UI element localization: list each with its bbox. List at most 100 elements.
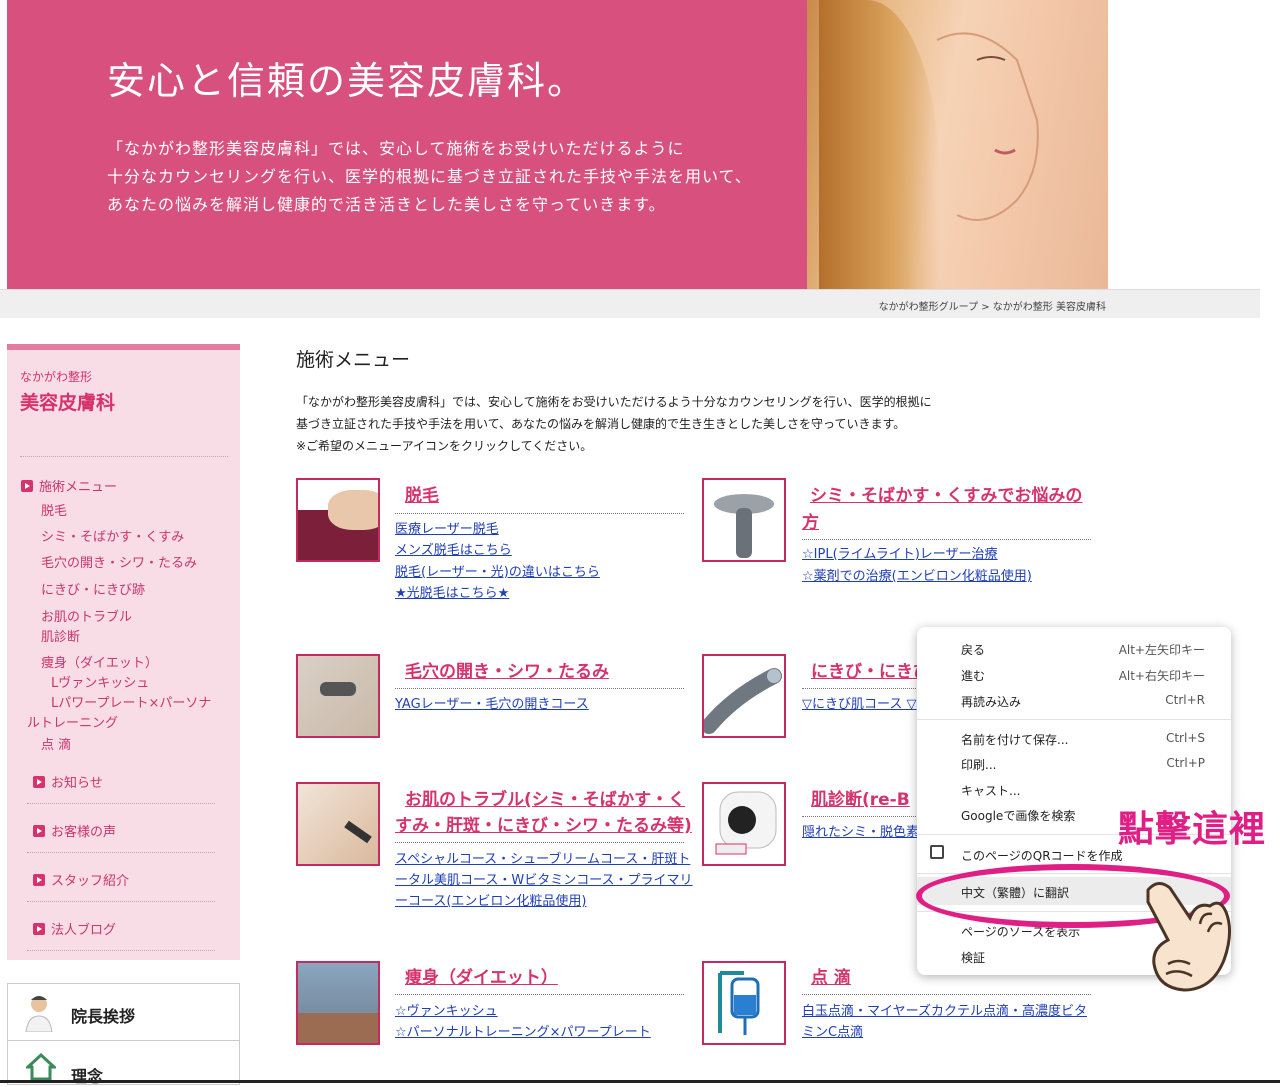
qr-code-icon <box>930 845 944 859</box>
menu-link[interactable]: スペシャルコース・シューブリームコース・肝斑ト <box>395 849 690 870</box>
sidebar-section-voice[interactable]: お客様の声 <box>33 821 116 840</box>
hero-title: 安心と信頼の美容皮膚科。 <box>107 59 588 103</box>
philosophy-card[interactable]: 理念 <box>7 1040 240 1086</box>
sidebar-subtitle: なかがわ整形 <box>20 370 93 384</box>
sidebar-item[interactable]: にきび・にきび跡 <box>41 581 145 601</box>
menu-title-skin-diagnosis[interactable]: 肌診断(re-B <box>811 787 910 814</box>
spots-thumbnail[interactable] <box>702 478 786 562</box>
divider <box>395 994 684 995</box>
sidebar-section-blog[interactable]: 法人ブログ <box>33 919 116 938</box>
menu-item-qr-code[interactable]: このページのQRコードを作成 <box>961 847 1123 864</box>
menu-item-search-image[interactable]: Googleで画像を検索 <box>961 807 1075 824</box>
menu-link[interactable]: 脱毛(レーザー・光)の違いはこちら <box>395 562 600 583</box>
pores-thumbnail[interactable] <box>296 654 380 738</box>
sidebar-item[interactable]: 肌診断 <box>41 628 80 648</box>
menu-title-spots[interactable]: シミ・そばかす・くすみでお悩みの <box>810 483 1082 510</box>
breadcrumb[interactable]: なかがわ整形グループ > なかがわ整形 美容皮膚科 <box>879 298 1106 313</box>
menu-link[interactable]: ☆薬剤での治療(エンビロン化粧品使用) <box>802 566 1032 587</box>
menu-link[interactable]: ☆ヴァンキッシュ <box>395 1001 498 1022</box>
arrow-square-icon <box>33 873 45 886</box>
intro-text: 「なかがわ整形美容皮膚科」では、安心して施術をお受けいただけるよう十分なカウンセ… <box>296 391 996 457</box>
skin-diagnosis-thumbnail[interactable] <box>702 782 786 866</box>
hero-banner: 安心と信頼の美容皮膚科。 「なかがわ整形美容皮膚科」では、安心して施術をお受けい… <box>7 0 1108 289</box>
hero-face-sketch <box>936 32 1039 221</box>
face-photo <box>298 784 378 864</box>
page-title: 施術メニュー <box>296 349 411 371</box>
director-greeting-card[interactable]: 院長挨拶 <box>7 983 240 1041</box>
face-photo <box>298 656 378 736</box>
menu-title-pores[interactable]: 毛穴の開き・シワ・たるみ <box>405 659 609 686</box>
sidebar-item[interactable]: 痩身（ダイエット） <box>41 654 158 674</box>
hair-removal-thumbnail[interactable] <box>296 478 380 562</box>
drip-thumbnail[interactable] <box>702 961 786 1045</box>
menu-link[interactable]: ▽にきび肌コース ▽ <box>802 694 916 715</box>
menu-title-skin-trouble[interactable]: すみ・肝斑・にきび・シワ・たるみ等) <box>395 813 692 840</box>
slimming-thumbnail[interactable] <box>296 961 380 1045</box>
skin-photo <box>328 490 378 530</box>
menu-separator <box>917 719 1231 720</box>
iv-drip-icon <box>718 971 760 1035</box>
shortcut-label: Ctrl+S <box>1165 731 1205 745</box>
menu-link[interactable]: メンズ脱毛はこちら <box>395 540 512 561</box>
sidebar-title[interactable]: 美容皮膚科 <box>20 388 115 415</box>
menu-item-back[interactable]: 戻る <box>961 641 985 658</box>
menu-link[interactable]: 隠れたシミ・脱色素 <box>802 822 919 843</box>
card-label: 理念 <box>71 1067 104 1086</box>
divider <box>27 901 215 902</box>
menu-title-acne[interactable]: にきび・にきび <box>811 659 930 686</box>
shortcut-label: Alt+右矢印キー <box>1118 669 1205 683</box>
sidebar-section-news[interactable]: お知らせ <box>33 772 103 791</box>
sidebar-item[interactable]: 脱毛 <box>41 502 67 522</box>
goggles-photo <box>320 682 356 696</box>
menu-link[interactable]: ☆パーソナルトレーニング×パワープレート <box>395 1022 651 1043</box>
sidebar-item[interactable]: Lヴァンキッシュ <box>51 674 149 694</box>
menu-title-slimming[interactable]: 痩身（ダイエット） <box>405 965 558 992</box>
divider <box>802 816 918 817</box>
hero-line: 十分なカウンセリングを行い、医学的根拠に基づき立証された手技や手法を用いて、 <box>107 167 752 186</box>
sidebar-item[interactable]: シミ・そばかす・くすみ <box>41 528 184 548</box>
menu-link[interactable]: ★光脱毛はこちら★ <box>395 583 509 604</box>
sidebar-item[interactable]: ルトレーニング <box>27 714 118 734</box>
menu-item-save-as[interactable]: 名前を付けて保存... <box>961 731 1068 748</box>
sidebar: なかがわ整形 美容皮膚科 施術メニュー 脱毛 シミ・そばかす・くすみ 毛穴の開き… <box>7 344 240 960</box>
arrow-square-icon <box>33 922 45 935</box>
intro-line: 基づき立証された手技や手法を用いて、あなたの悩みを解消し健康的で生き生きとした美… <box>296 417 906 431</box>
sidebar-section-label: 法人ブログ <box>51 923 117 938</box>
menu-item-reload[interactable]: 再読み込み <box>961 693 1021 710</box>
sidebar-item[interactable]: Lパワープレート×パーソナ <box>51 694 211 714</box>
menu-item-forward[interactable]: 進む <box>961 667 985 684</box>
menu-link[interactable]: ータル美肌コース・Wビタミンコース・プライマリ <box>395 870 693 891</box>
divider <box>395 513 684 514</box>
menu-item-print[interactable]: 印刷... <box>961 756 996 773</box>
hero-description: 「なかがわ整形美容皮膚科」では、安心して施術をお受けいただけるように 十分なカウ… <box>107 135 752 219</box>
menu-title-drip[interactable]: 点 滴 <box>811 965 851 992</box>
sidebar-item[interactable]: 毛穴の開き・シワ・たるみ <box>41 554 197 574</box>
menu-item-cast[interactable]: キャスト... <box>961 782 1020 799</box>
menu-link[interactable]: 医療レーザー脱毛 <box>395 519 499 540</box>
menu-title-skin-trouble[interactable]: お肌のトラブル(シミ・そばかす・く <box>405 787 685 814</box>
sidebar-item[interactable]: お肌のトラブル <box>41 608 132 628</box>
skin-trouble-thumbnail[interactable] <box>296 782 380 866</box>
menu-link[interactable]: ☆IPL(ライムライト)レーザー治療 <box>802 544 998 565</box>
sidebar-section-label: お知らせ <box>51 776 103 791</box>
sidebar-item[interactable]: 点 滴 <box>41 736 71 756</box>
divider <box>802 539 1091 540</box>
menu-title-hair-removal[interactable]: 脱毛 <box>405 483 439 510</box>
menu-link[interactable]: YAGレーザー・毛穴の開きコース <box>395 694 589 715</box>
menu-title-spots[interactable]: 方 <box>802 510 819 537</box>
ipl-device-icon <box>714 494 774 558</box>
shortcut-label: Alt+左矢印キー <box>1118 643 1205 657</box>
divider <box>395 688 684 689</box>
sidebar-section-label: 施術メニュー <box>39 480 118 495</box>
menu-link[interactable]: ーコース(エンビロン化粧品使用) <box>395 891 587 912</box>
card-label: 院長挨拶 <box>71 1007 136 1026</box>
shortcut-label: Ctrl+P <box>1166 756 1205 770</box>
sidebar-section-label: お客様の声 <box>51 825 117 840</box>
menu-link[interactable]: ミンC点滴 <box>802 1022 863 1043</box>
body-photo <box>298 1013 378 1043</box>
sidebar-section-menu[interactable]: 施術メニュー <box>21 476 117 495</box>
menu-link[interactable]: 白玉点滴・マイヤーズカクテル点滴・高濃度ビタ <box>802 1001 1087 1022</box>
menu-item-inspect[interactable]: 検証 <box>961 949 985 966</box>
sidebar-section-staff[interactable]: スタッフ紹介 <box>33 870 129 889</box>
acne-thumbnail[interactable] <box>702 654 786 738</box>
